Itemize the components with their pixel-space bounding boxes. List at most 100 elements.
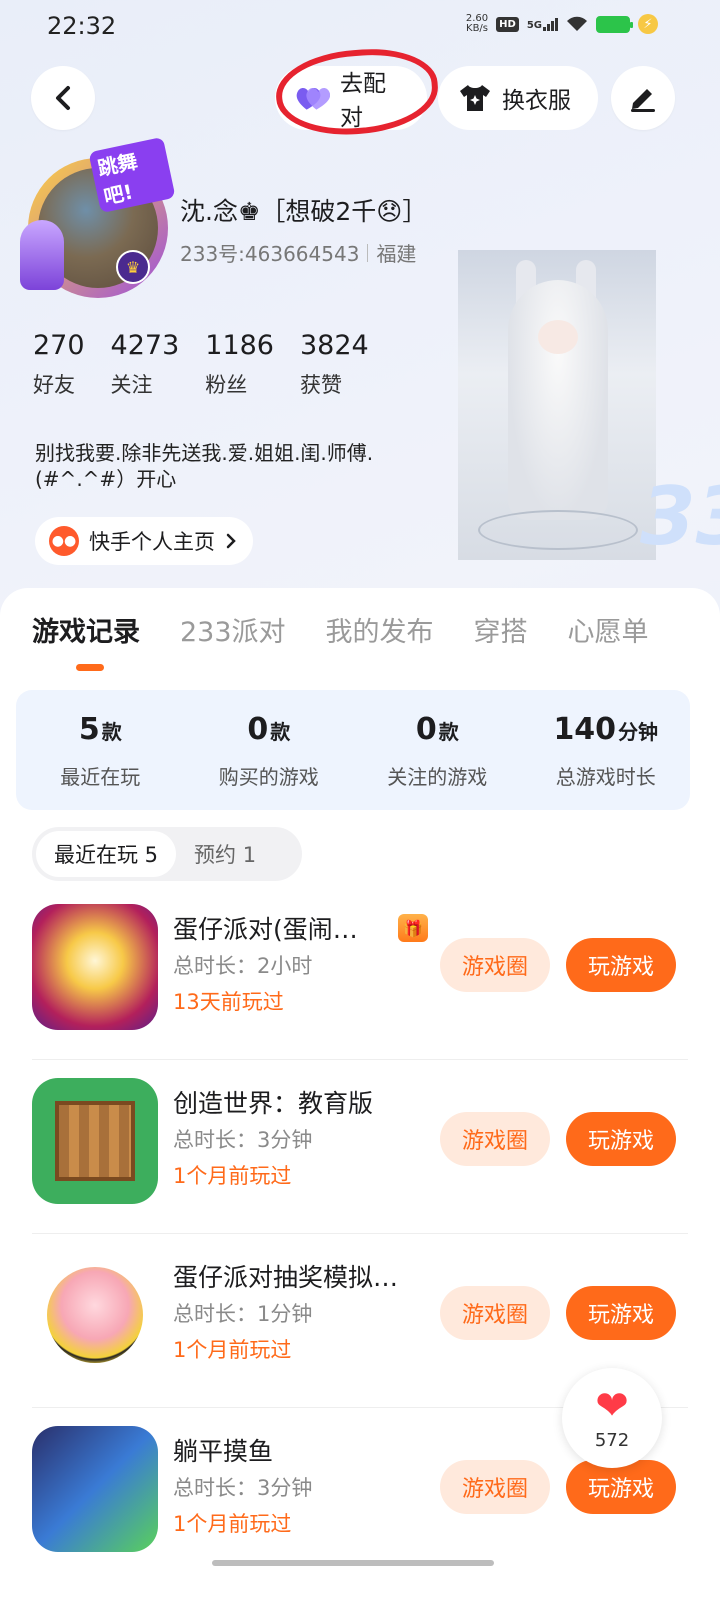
like-count: 572 <box>594 1429 630 1451</box>
stat-following[interactable]: 4273 关注 <box>111 330 180 399</box>
tshirt-icon <box>460 85 490 111</box>
summary-purchased[interactable]: 0款 购买的游戏 <box>185 690 354 810</box>
kuaishou-profile-link[interactable]: ●● 快手个人主页 <box>35 517 253 565</box>
chevron-right-icon <box>226 533 236 549</box>
summary-caption: 购买的游戏 <box>218 765 319 789</box>
tab-outfits[interactable]: 穿搭 <box>474 610 528 649</box>
summary-value: 140 <box>553 712 617 747</box>
summary-unit: 分钟 <box>618 720 659 744</box>
like-floating-button[interactable]: ❤ 572 <box>562 1368 662 1468</box>
summary-recent[interactable]: 5款 最近在玩 <box>16 690 185 810</box>
play-game-button[interactable]: 玩游戏 <box>566 938 676 992</box>
hd-icon: HD <box>496 16 519 32</box>
stat-number: 4273 <box>110 330 180 361</box>
profile-bio: 别找我要.除非先送我.爱.姐姐.闺.师傅. (#^.^#）开心 <box>35 440 435 492</box>
game-icon-minecraft-education <box>32 1078 158 1204</box>
subtab-reserved[interactable]: 预约 1 <box>176 831 274 877</box>
network-type-label: 5G <box>526 19 542 31</box>
summary-total-time[interactable]: 140 分钟 总游戏时长 <box>522 690 691 810</box>
summary-value: 0 <box>415 712 437 747</box>
stat-label: 好友 <box>33 373 75 397</box>
subtab-recent[interactable]: 最近在玩 5 <box>36 831 177 877</box>
game-row[interactable]: 创造世界：教育版 总时长：3分钟 1个月前玩过 游戏圈 玩游戏 <box>32 1060 688 1234</box>
match-button[interactable]: 去配对 <box>275 66 427 131</box>
signal-5g-icon: 5G <box>526 17 558 31</box>
stat-label: 关注 <box>110 373 153 397</box>
game-summary: 5款 最近在玩 0款 购买的游戏 0款 关注的游戏 140 分钟 总游戏时长 <box>16 690 690 810</box>
play-game-button[interactable]: 玩游戏 <box>566 1460 676 1514</box>
bio-line: 别找我要.除非先送我.爱.姐姐.闺.师傅. <box>35 441 374 465</box>
status-icons: 2.60 KB/s HD 5G ⚡ <box>466 14 658 34</box>
game-circle-button[interactable]: 游戏圈 <box>440 1286 550 1340</box>
game-playtime: 总时长：3分钟 <box>173 1128 313 1152</box>
game-name: 创造世界：教育版 <box>173 1089 374 1118</box>
stat-likes[interactable]: 3824 获赞 <box>300 330 369 399</box>
stat-friends[interactable]: 270 好友 <box>33 330 85 399</box>
kuaishou-label: 快手个人主页 <box>89 530 215 554</box>
avatar-frame-character <box>20 220 64 290</box>
back-button[interactable] <box>31 66 95 130</box>
game-circle-button[interactable]: 游戏圈 <box>440 938 550 992</box>
summary-unit: 款 <box>270 720 291 744</box>
stat-label: 获赞 <box>299 373 342 397</box>
battery-icon <box>596 15 633 33</box>
user-region: 福建 <box>376 242 417 266</box>
game-icon-eggy-party <box>32 904 158 1030</box>
game-name: 蛋仔派对抽奖模拟… <box>173 1263 399 1292</box>
tab-bar: 游戏记录 233派对 我的发布 穿搭 心愿单 <box>32 610 649 649</box>
network-speed-unit: KB/s <box>466 23 489 34</box>
match-label: 去配对 <box>339 71 386 131</box>
tab-wishlist[interactable]: 心愿单 <box>568 610 649 649</box>
pencil-icon <box>631 89 655 112</box>
summary-caption: 最近在玩 <box>60 765 141 789</box>
active-tab-indicator <box>76 664 104 671</box>
charging-icon: ⚡ <box>638 14 658 34</box>
summary-value: 0 <box>247 712 269 747</box>
game-row[interactable]: 蛋仔派对(蛋闹… 🎁 总时长：2小时 13天前玩过 游戏圈 玩游戏 <box>32 886 688 1060</box>
change-outfit-label: 换衣服 <box>502 88 571 114</box>
game-icon-tangping <box>32 1426 158 1552</box>
decorative-33-logo: 33 <box>640 470 720 563</box>
game-circle-button[interactable]: 游戏圈 <box>440 1112 550 1166</box>
game-last-played: 13天前玩过 <box>173 990 284 1014</box>
stat-number: 270 <box>33 330 85 361</box>
summary-unit: 款 <box>101 720 122 744</box>
game-icon-eggy-lottery <box>32 1252 158 1378</box>
tab-game-records[interactable]: 游戏记录 <box>32 610 140 649</box>
game-last-played: 1个月前玩过 <box>173 1512 292 1536</box>
edit-profile-button[interactable] <box>611 66 675 130</box>
summary-value: 5 <box>78 712 100 747</box>
summary-unit: 款 <box>438 720 459 744</box>
status-bar: 22:32 2.60 KB/s HD 5G ⚡ <box>0 0 720 56</box>
home-indicator[interactable] <box>212 1560 494 1566</box>
game-filter-tabs: 最近在玩 5 预约 1 <box>32 827 302 881</box>
play-game-button[interactable]: 玩游戏 <box>566 1286 676 1340</box>
wifi-icon <box>567 16 587 31</box>
gift-icon[interactable]: 🎁 <box>398 914 428 942</box>
avatar[interactable]: 跳舞吧! ♛ <box>20 136 176 300</box>
tab-233-party[interactable]: 233派对 <box>180 610 286 649</box>
user-id-row: 233号:463664543 福建 <box>180 238 416 267</box>
play-game-button[interactable]: 玩游戏 <box>566 1112 676 1166</box>
character-face <box>538 320 578 354</box>
game-name: 躺平摸鱼 <box>173 1437 274 1466</box>
character-avatar-3d[interactable] <box>458 250 656 560</box>
stat-label: 粉丝 <box>205 373 248 397</box>
separator <box>367 243 369 262</box>
game-playtime: 总时长：3分钟 <box>173 1476 313 1500</box>
character-body <box>508 280 608 520</box>
network-speed: 2.60 KB/s <box>466 14 488 34</box>
tab-my-posts[interactable]: 我的发布 <box>326 610 434 649</box>
game-circle-button[interactable]: 游戏圈 <box>440 1460 550 1514</box>
double-heart-icon <box>296 88 330 110</box>
stat-number: 1186 <box>205 330 274 361</box>
game-name: 蛋仔派对(蛋闹… <box>173 915 358 944</box>
stat-number: 3824 <box>299 330 369 361</box>
summary-caption: 关注的游戏 <box>387 765 488 789</box>
summary-followed[interactable]: 0款 关注的游戏 <box>353 690 522 810</box>
change-outfit-button[interactable]: 换衣服 <box>438 66 598 130</box>
stat-fans[interactable]: 1186 粉丝 <box>205 330 274 399</box>
user-id: 233号:463664543 <box>180 242 360 266</box>
crown-icon: ♛ <box>116 250 150 284</box>
clock: 22:32 <box>47 12 117 40</box>
